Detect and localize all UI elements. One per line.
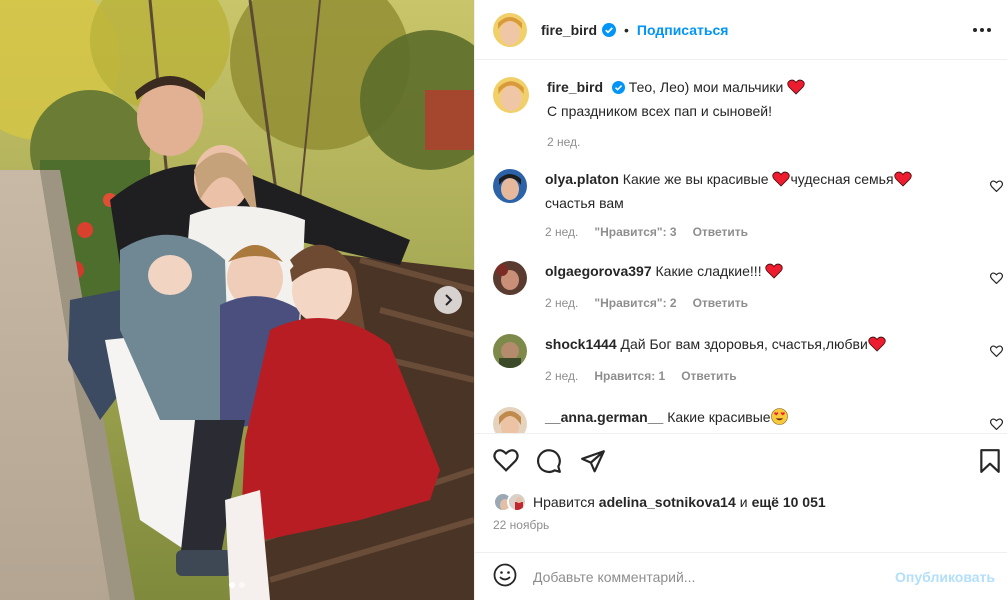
more-options-button[interactable] — [973, 22, 991, 38]
comment-text: Какие сладкие!!! — [655, 263, 762, 279]
caption-username[interactable]: fire_bird — [547, 79, 603, 95]
commenter-avatar-image — [493, 407, 527, 433]
red-heart-emoji-icon — [765, 263, 784, 285]
likes-prefix: Нравится — [533, 494, 595, 510]
publish-button[interactable]: Опубликовать — [895, 569, 995, 585]
comment-like-button[interactable] — [989, 179, 1004, 195]
header-separator: • — [624, 21, 629, 38]
chevron-right-icon — [445, 294, 453, 306]
comment-button[interactable] — [536, 448, 562, 477]
next-slide-button[interactable] — [434, 286, 462, 314]
comment-timestamp[interactable]: 2 нед. — [545, 366, 578, 387]
comment-body: olgaegorova397 Какие сладкие!!! 2 нед. "… — [545, 261, 784, 314]
comment-timestamp[interactable]: 2 нед. — [545, 293, 578, 314]
heart-outline-icon — [989, 418, 1004, 431]
comment-text: Дай Бог вам здоровья, счастья,любви — [620, 336, 868, 352]
heart-outline-icon — [989, 180, 1004, 193]
comment-username[interactable]: shock1444 — [545, 336, 617, 352]
like-button[interactable] — [493, 448, 519, 475]
reply-button[interactable]: Ответить — [693, 293, 748, 314]
caption-text-line1: Тео, Лео) мои мальчики — [628, 79, 784, 95]
red-heart-emoji-icon — [868, 336, 886, 358]
liker-avatar-image — [509, 494, 525, 510]
share-button[interactable] — [580, 448, 606, 477]
more-dots-icon — [973, 27, 977, 32]
likes-summary: Нравится adelina_sotnikova14 и ещё 10 05… — [493, 492, 826, 512]
post-header: fire_bird • Подписаться — [475, 0, 1007, 60]
comment-like-button[interactable] — [989, 271, 1004, 287]
comments-list: fire_bird Тео, Лео) мои мальчики С празд… — [475, 61, 1007, 433]
author-avatar-image — [493, 12, 527, 47]
bookmark-icon — [980, 449, 1000, 473]
post-actions-bar — [475, 433, 1007, 491]
comment-item: shock1444 Дай Бог вам здоровья, счастья,… — [493, 334, 997, 387]
comment-likes-count[interactable]: Нравится: 1 — [594, 366, 665, 387]
emoji-picker-button[interactable] — [493, 563, 517, 590]
comment-text-part1: Какие же вы красивые — [622, 171, 769, 187]
commenter-avatar[interactable] — [493, 334, 527, 368]
comment-item: __anna.german__ Какие красивые — [493, 407, 997, 433]
red-heart-emoji-icon — [893, 171, 912, 193]
comment-body: shock1444 Дай Бог вам здоровья, счастья,… — [545, 334, 886, 387]
comment-item: olya.platon Какие же вы красивые чудесна… — [493, 169, 997, 243]
comment-input[interactable] — [533, 568, 896, 585]
smiley-icon — [493, 563, 517, 587]
comment-timestamp[interactable]: 2 нед. — [545, 222, 578, 243]
comment-text: Какие красивые — [667, 409, 771, 425]
commenter-avatar-image — [493, 169, 527, 203]
comment-like-button[interactable] — [989, 344, 1004, 360]
comment-like-button[interactable] — [989, 417, 1004, 433]
author-avatar[interactable] — [493, 12, 527, 47]
follow-button[interactable]: Подписаться — [637, 22, 729, 38]
comment-username[interactable]: olya.platon — [545, 171, 619, 187]
comment-text-line2: счастья вам — [545, 195, 624, 211]
post-caption: fire_bird Тео, Лео) мои мальчики С празд… — [493, 77, 997, 153]
paper-plane-icon — [581, 450, 605, 473]
caption-author-avatar[interactable] — [493, 77, 529, 113]
family-photo-image — [0, 0, 474, 600]
liker-username[interactable]: adelina_sotnikova14 — [599, 494, 736, 510]
reply-button[interactable]: Ответить — [693, 222, 748, 243]
post-date[interactable]: 22 ноябрь — [493, 518, 549, 532]
instagram-post-window: fire_bird • Подписаться fire_bird Тео, Л… — [0, 0, 1007, 600]
likes-others-count[interactable]: ещё 10 051 — [752, 494, 826, 510]
comment-username[interactable]: __anna.german__ — [545, 409, 663, 425]
red-heart-emoji-icon — [772, 171, 791, 193]
carousel-dot — [239, 582, 245, 588]
comment-username[interactable]: olgaegorova397 — [545, 263, 652, 279]
commenter-avatar[interactable] — [493, 261, 527, 295]
likes-connector: и — [739, 494, 748, 510]
verified-badge-icon — [602, 22, 617, 37]
carousel-indicator — [0, 582, 474, 588]
carousel-dot-active — [229, 582, 235, 588]
comment-body: __anna.german__ Какие красивые — [545, 407, 788, 433]
comment-likes-count[interactable]: "Нравится": 2 — [594, 293, 676, 314]
commenter-avatar-image — [493, 334, 527, 368]
caption-timestamp[interactable]: 2 нед. — [547, 132, 580, 153]
liker-avatar[interactable] — [507, 492, 527, 512]
post-details-panel: fire_bird • Подписаться fire_bird Тео, Л… — [474, 0, 1007, 600]
caption-body: fire_bird Тео, Лео) мои мальчики С празд… — [547, 77, 805, 153]
commenter-avatar[interactable] — [493, 169, 527, 203]
heart-icon — [493, 449, 519, 472]
verified-badge-icon — [611, 81, 625, 94]
heart-outline-icon — [989, 345, 1004, 358]
comment-item: olgaegorova397 Какие сладкие!!! 2 нед. "… — [493, 261, 997, 314]
author-avatar-image — [493, 77, 529, 113]
comment-composer: Опубликовать — [475, 552, 1007, 600]
commenter-avatar-image — [493, 261, 527, 295]
save-button[interactable] — [979, 448, 1001, 477]
comment-text-part2: чудесная семья — [790, 171, 894, 187]
commenter-avatar[interactable] — [493, 407, 527, 433]
caption-text-line2: С праздником всех пап и сыновей! — [547, 103, 772, 119]
author-username[interactable]: fire_bird — [541, 22, 597, 38]
comment-likes-count[interactable]: "Нравится": 3 — [594, 222, 676, 243]
heart-outline-icon — [989, 272, 1004, 285]
reply-button[interactable]: Ответить — [681, 366, 736, 387]
red-heart-emoji-icon — [787, 79, 805, 101]
heart-eyes-emoji-icon — [770, 408, 788, 431]
comment-bubble-icon — [537, 449, 561, 474]
post-photo[interactable] — [0, 0, 474, 600]
comment-body: olya.platon Какие же вы красивые чудесна… — [545, 169, 912, 243]
